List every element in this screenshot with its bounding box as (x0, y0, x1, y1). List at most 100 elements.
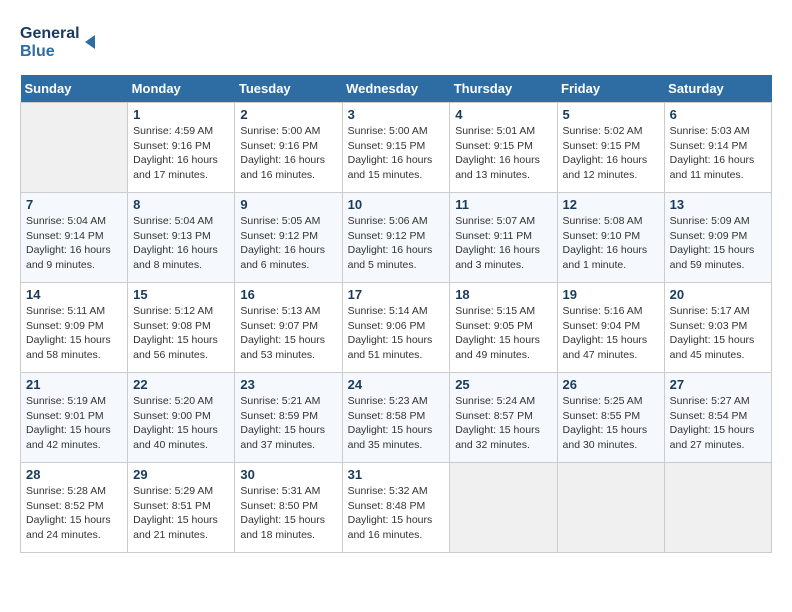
calendar-cell: 23 Sunrise: 5:21 AM Sunset: 8:59 PM Dayli… (235, 373, 342, 463)
day-info: Sunrise: 5:27 AM Sunset: 8:54 PM Dayligh… (670, 394, 766, 453)
calendar-table: SundayMondayTuesdayWednesdayThursdayFrid… (20, 75, 772, 553)
day-info: Sunrise: 5:15 AM Sunset: 9:05 PM Dayligh… (455, 304, 551, 363)
header-row: SundayMondayTuesdayWednesdayThursdayFrid… (21, 75, 772, 103)
calendar-week: 28 Sunrise: 5:28 AM Sunset: 8:52 PM Dayli… (21, 463, 772, 553)
calendar-body: 1Sunrise: 4:59 AM Sunset: 9:16 PM Daylig… (21, 103, 772, 553)
day-info: Sunrise: 5:09 AM Sunset: 9:09 PM Dayligh… (670, 214, 766, 273)
calendar-cell: 4 Sunrise: 5:01 AM Sunset: 9:15 PM Daylig… (450, 103, 557, 193)
day-info: Sunrise: 4:59 AM Sunset: 9:16 PM Dayligh… (133, 124, 229, 183)
day-info: Sunrise: 5:08 AM Sunset: 9:10 PM Dayligh… (563, 214, 659, 273)
svg-text:Blue: Blue (20, 43, 55, 60)
calendar-cell: 30 Sunrise: 5:31 AM Sunset: 8:50 PM Dayli… (235, 463, 342, 553)
day-info: Sunrise: 5:02 AM Sunset: 9:15 PM Dayligh… (563, 124, 659, 183)
calendar-cell: 10 Sunrise: 5:06 AM Sunset: 9:12 PM Dayli… (342, 193, 450, 283)
day-info: Sunrise: 5:32 AM Sunset: 8:48 PM Dayligh… (348, 484, 445, 543)
day-number: 20 (670, 287, 766, 302)
day-info: Sunrise: 5:24 AM Sunset: 8:57 PM Dayligh… (455, 394, 551, 453)
day-number: 3 (348, 107, 445, 122)
calendar-cell: 24 Sunrise: 5:23 AM Sunset: 8:58 PM Dayli… (342, 373, 450, 463)
day-info: Sunrise: 5:29 AM Sunset: 8:51 PM Dayligh… (133, 484, 229, 543)
day-number: 30 (240, 467, 336, 482)
calendar-cell (450, 463, 557, 553)
calendar-cell: 19Sunrise: 5:16 AM Sunset: 9:04 PM Dayli… (557, 283, 664, 373)
header: GeneralBlue (20, 20, 772, 65)
header-day: Tuesday (235, 75, 342, 103)
day-number: 8 (133, 197, 229, 212)
day-info: Sunrise: 5:14 AM Sunset: 9:06 PM Dayligh… (348, 304, 445, 363)
day-number: 27 (670, 377, 766, 392)
day-number: 26 (563, 377, 659, 392)
calendar-cell: 7Sunrise: 5:04 AM Sunset: 9:14 PM Daylig… (21, 193, 128, 283)
day-info: Sunrise: 5:00 AM Sunset: 9:15 PM Dayligh… (348, 124, 445, 183)
calendar-cell: 25 Sunrise: 5:24 AM Sunset: 8:57 PM Dayli… (450, 373, 557, 463)
day-number: 9 (240, 197, 336, 212)
day-number: 17 (348, 287, 445, 302)
day-info: Sunrise: 5:28 AM Sunset: 8:52 PM Dayligh… (26, 484, 122, 543)
calendar-cell: 29 Sunrise: 5:29 AM Sunset: 8:51 PM Dayli… (128, 463, 235, 553)
calendar-cell: 14 Sunrise: 5:11 AM Sunset: 9:09 PM Dayli… (21, 283, 128, 373)
svg-text:General: General (20, 25, 80, 42)
calendar-cell: 16 Sunrise: 5:13 AM Sunset: 9:07 PM Dayli… (235, 283, 342, 373)
day-info: Sunrise: 5:04 AM Sunset: 9:13 PM Dayligh… (133, 214, 229, 273)
calendar-header: SundayMondayTuesdayWednesdayThursdayFrid… (21, 75, 772, 103)
day-number: 7 (26, 197, 122, 212)
day-info: Sunrise: 5:16 AM Sunset: 9:04 PM Dayligh… (563, 304, 659, 363)
day-number: 10 (348, 197, 445, 212)
header-day: Thursday (450, 75, 557, 103)
calendar-cell: 21 Sunrise: 5:19 AM Sunset: 9:01 PM Dayli… (21, 373, 128, 463)
day-number: 13 (670, 197, 766, 212)
header-day: Wednesday (342, 75, 450, 103)
day-number: 16 (240, 287, 336, 302)
calendar-week: 1Sunrise: 4:59 AM Sunset: 9:16 PM Daylig… (21, 103, 772, 193)
day-info: Sunrise: 5:25 AM Sunset: 8:55 PM Dayligh… (563, 394, 659, 453)
day-number: 14 (26, 287, 122, 302)
calendar-week: 7Sunrise: 5:04 AM Sunset: 9:14 PM Daylig… (21, 193, 772, 283)
day-number: 2 (240, 107, 336, 122)
day-info: Sunrise: 5:01 AM Sunset: 9:15 PM Dayligh… (455, 124, 551, 183)
day-info: Sunrise: 5:19 AM Sunset: 9:01 PM Dayligh… (26, 394, 122, 453)
calendar-cell: 1Sunrise: 4:59 AM Sunset: 9:16 PM Daylig… (128, 103, 235, 193)
calendar-cell: 6 Sunrise: 5:03 AM Sunset: 9:14 PM Daylig… (664, 103, 771, 193)
day-number: 25 (455, 377, 551, 392)
day-number: 6 (670, 107, 766, 122)
calendar-cell: 15Sunrise: 5:12 AM Sunset: 9:08 PM Dayli… (128, 283, 235, 373)
day-number: 12 (563, 197, 659, 212)
calendar-cell: 20 Sunrise: 5:17 AM Sunset: 9:03 PM Dayli… (664, 283, 771, 373)
day-info: Sunrise: 5:21 AM Sunset: 8:59 PM Dayligh… (240, 394, 336, 453)
day-info: Sunrise: 5:17 AM Sunset: 9:03 PM Dayligh… (670, 304, 766, 363)
logo: GeneralBlue (20, 20, 100, 65)
calendar-cell: 12 Sunrise: 5:08 AM Sunset: 9:10 PM Dayli… (557, 193, 664, 283)
calendar-week: 14 Sunrise: 5:11 AM Sunset: 9:09 PM Dayli… (21, 283, 772, 373)
day-number: 31 (348, 467, 445, 482)
day-info: Sunrise: 5:13 AM Sunset: 9:07 PM Dayligh… (240, 304, 336, 363)
header-day: Saturday (664, 75, 771, 103)
day-number: 4 (455, 107, 551, 122)
calendar-cell: 22 Sunrise: 5:20 AM Sunset: 9:00 PM Dayli… (128, 373, 235, 463)
calendar-week: 21 Sunrise: 5:19 AM Sunset: 9:01 PM Dayli… (21, 373, 772, 463)
day-info: Sunrise: 5:03 AM Sunset: 9:14 PM Dayligh… (670, 124, 766, 183)
day-info: Sunrise: 5:31 AM Sunset: 8:50 PM Dayligh… (240, 484, 336, 543)
day-number: 24 (348, 377, 445, 392)
day-number: 22 (133, 377, 229, 392)
day-info: Sunrise: 5:06 AM Sunset: 9:12 PM Dayligh… (348, 214, 445, 273)
calendar-cell: 28 Sunrise: 5:28 AM Sunset: 8:52 PM Dayli… (21, 463, 128, 553)
day-info: Sunrise: 5:23 AM Sunset: 8:58 PM Dayligh… (348, 394, 445, 453)
day-number: 5 (563, 107, 659, 122)
day-number: 28 (26, 467, 122, 482)
calendar-cell: 31 Sunrise: 5:32 AM Sunset: 8:48 PM Dayli… (342, 463, 450, 553)
calendar-cell: 5 Sunrise: 5:02 AM Sunset: 9:15 PM Daylig… (557, 103, 664, 193)
header-day: Sunday (21, 75, 128, 103)
calendar-cell: 17 Sunrise: 5:14 AM Sunset: 9:06 PM Dayli… (342, 283, 450, 373)
day-info: Sunrise: 5:11 AM Sunset: 9:09 PM Dayligh… (26, 304, 122, 363)
day-info: Sunrise: 5:20 AM Sunset: 9:00 PM Dayligh… (133, 394, 229, 453)
day-number: 18 (455, 287, 551, 302)
day-number: 11 (455, 197, 551, 212)
calendar-cell: 27 Sunrise: 5:27 AM Sunset: 8:54 PM Dayli… (664, 373, 771, 463)
calendar-cell: 26 Sunrise: 5:25 AM Sunset: 8:55 PM Dayli… (557, 373, 664, 463)
day-info: Sunrise: 5:00 AM Sunset: 9:16 PM Dayligh… (240, 124, 336, 183)
calendar-cell: 8 Sunrise: 5:04 AM Sunset: 9:13 PM Daylig… (128, 193, 235, 283)
day-number: 29 (133, 467, 229, 482)
calendar-cell: 18 Sunrise: 5:15 AM Sunset: 9:05 PM Dayli… (450, 283, 557, 373)
day-number: 23 (240, 377, 336, 392)
day-number: 21 (26, 377, 122, 392)
